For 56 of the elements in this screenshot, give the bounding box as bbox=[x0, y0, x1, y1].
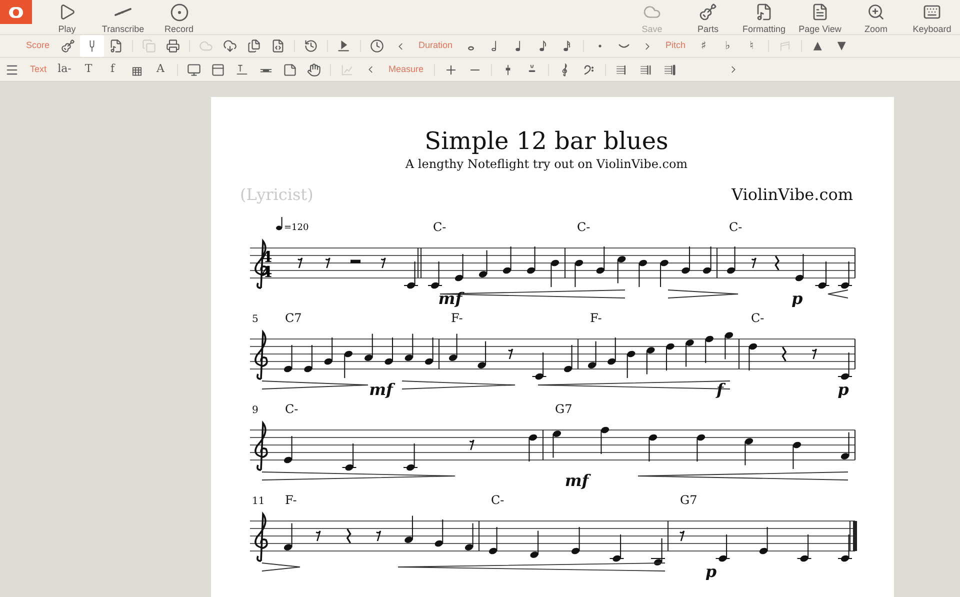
toolbar-section-label: Measure bbox=[388, 62, 425, 76]
dynamic-marking: mf bbox=[369, 380, 393, 398]
toolbar-button[interactable]: Formatting bbox=[736, 0, 792, 34]
chord-symbol: C- bbox=[433, 220, 446, 234]
toolbar-button[interactable]: Parts bbox=[680, 0, 736, 34]
toolbar-glyph-button[interactable]: ♮ bbox=[740, 35, 764, 57]
dynamic-marking: p bbox=[792, 289, 803, 307]
dynamic-marking: p bbox=[838, 380, 849, 398]
tempo-marking: =120 bbox=[284, 223, 309, 233]
chord-symbol: C- bbox=[751, 311, 764, 325]
score-subtitle: A lengthy Noteflight try out on ViolinVibe.com bbox=[404, 156, 689, 172]
page-icon bbox=[811, 2, 829, 22]
chord-symbol: C- bbox=[285, 402, 298, 416]
chord-symbol: C- bbox=[577, 220, 590, 234]
score-title: Simple 12 bar blues bbox=[424, 127, 670, 155]
chord-symbol: F- bbox=[451, 311, 463, 325]
chord-symbol: F- bbox=[590, 311, 602, 325]
toolbar-button[interactable]: Record bbox=[151, 0, 207, 34]
toolbar-section-label: Score bbox=[25, 39, 51, 52]
toolbar-section-label: Text bbox=[29, 62, 48, 76]
toolbar-glyph-button[interactable]: la- bbox=[52, 58, 77, 80]
measure-number: 11 bbox=[252, 496, 265, 507]
toolbar-section-label: Pitch bbox=[664, 39, 687, 52]
toolbar-glyph-button[interactable]: f bbox=[100, 58, 125, 80]
record-icon bbox=[170, 2, 188, 22]
toolbar-glyph-button[interactable]: A bbox=[148, 58, 173, 80]
dynamic-marking: mf bbox=[564, 471, 589, 489]
toolbar-button[interactable]: Page View bbox=[792, 0, 848, 34]
quarter-note-icon bbox=[276, 216, 282, 230]
app-logo[interactable] bbox=[0, 0, 32, 24]
chord-symbol: F- bbox=[285, 493, 297, 507]
chord-symbol: C- bbox=[491, 493, 504, 507]
chord-symbol: C- bbox=[729, 220, 742, 234]
toolbar-glyph-button[interactable]: ▲ bbox=[806, 35, 830, 57]
toolbar-glyph-button[interactable]: T bbox=[76, 58, 101, 80]
chord-symbol: G7 bbox=[680, 493, 698, 507]
toolbar-button[interactable]: Zoom bbox=[848, 0, 904, 34]
measure-number: 9 bbox=[252, 405, 258, 416]
chord-symbol: G7 bbox=[555, 402, 572, 416]
composer-text: ViolinVibe.com bbox=[731, 184, 853, 206]
toolbar-glyph-button[interactable]: ▼ bbox=[830, 35, 854, 57]
dynamic-marking: p bbox=[705, 562, 717, 580]
dynamic-marking: mf bbox=[438, 289, 462, 307]
toolbar-glyph-button[interactable]: ♯ bbox=[692, 35, 716, 57]
measure-number: 5 bbox=[252, 314, 258, 325]
play-icon bbox=[58, 2, 76, 22]
toolbar-section-label: Duration bbox=[418, 39, 454, 52]
tuning-fork-icon[interactable] bbox=[80, 35, 104, 57]
guitar-icon bbox=[699, 2, 717, 22]
chord-symbol: C7 bbox=[285, 311, 302, 325]
music-file-icon bbox=[755, 2, 773, 22]
toolbar-button[interactable]: Transcribe bbox=[95, 0, 151, 34]
toolbar-glyph-button[interactable]: ♭ bbox=[716, 35, 740, 57]
toolbar-button[interactable]: Play bbox=[39, 0, 95, 34]
toolbar-button[interactable]: Keyboard bbox=[904, 0, 960, 34]
zoom-icon bbox=[867, 2, 885, 22]
